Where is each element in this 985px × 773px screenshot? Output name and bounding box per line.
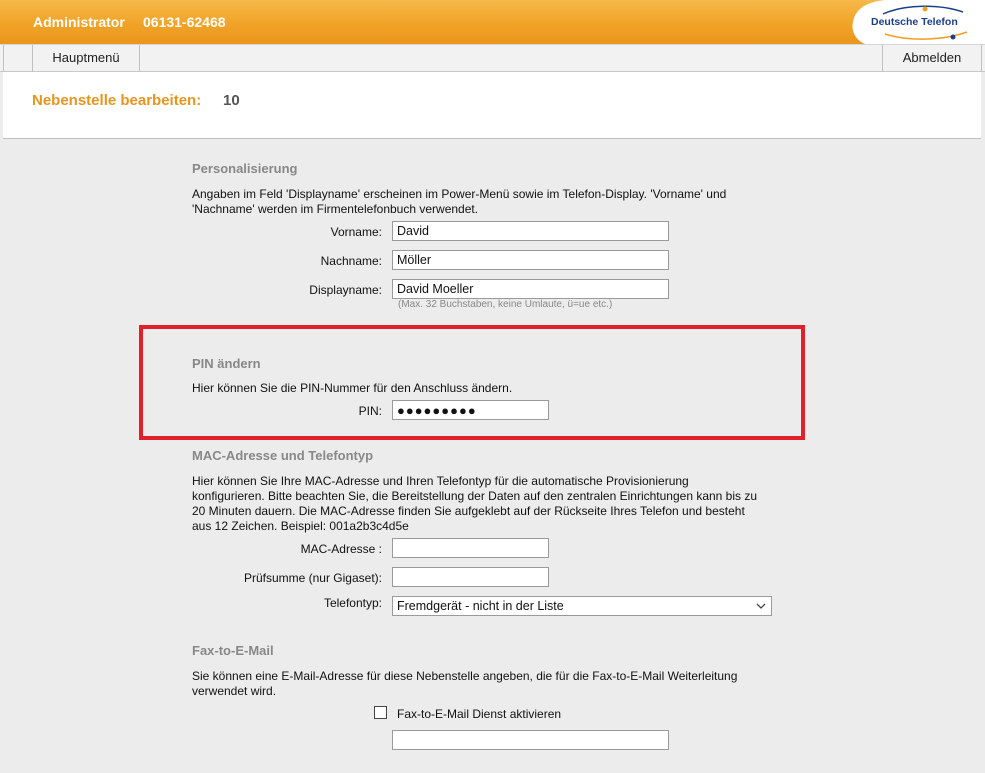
checksum-label: Prüfsumme (nur Gigaset): <box>243 571 382 585</box>
fax-to-email-checkbox[interactable] <box>374 706 387 719</box>
displayname-hint: (Max. 32 Buchstaben, keine Umlaute, ü=ue… <box>398 299 613 310</box>
lastname-input[interactable]: Möller <box>392 250 669 270</box>
app-header: Administrator 06131-62468 Deutsche Telef… <box>0 0 985 44</box>
title-band: Nebenstelle bearbeiten: 10 <box>3 72 981 139</box>
section-title-fax: Fax-to-E-Mail <box>192 643 274 658</box>
main-content: Personalisierung Angaben im Feld 'Displa… <box>3 140 981 773</box>
nav-bar: Hauptmenü Abmelden <box>0 44 985 72</box>
phone-type-select[interactable]: Fremdgerät - nicht in der Liste <box>392 596 772 616</box>
mac-desc-line3: 20 Minuten dauern. Die MAC-Adresse finde… <box>192 504 745 518</box>
header-role: Administrator <box>33 14 125 30</box>
checksum-input[interactable] <box>392 567 549 587</box>
mac-desc-line4: aus 12 Zeichen. Beispiel: 001a2b3c4d5e <box>192 519 409 533</box>
header-phone-number: 06131-62468 <box>143 14 226 30</box>
personalization-desc-line1: Angaben im Feld 'Displayname' erscheinen… <box>192 187 727 201</box>
firstname-label: Vorname: <box>330 225 382 239</box>
fax-desc-line2: verwendet wird. <box>192 684 277 698</box>
displayname-input[interactable]: David Moeller <box>392 279 669 299</box>
personalization-desc-line2: 'Nachname' werden im Firmentelefonbuch v… <box>192 202 479 216</box>
phone-type-label: Telefontyp: <box>323 596 382 610</box>
section-title-personalization: Personalisierung <box>192 161 298 176</box>
pin-desc: Hier können Sie die PIN-Nummer für den A… <box>192 381 513 395</box>
mac-desc-line2: konfigurieren. Bitte beachten Sie, die B… <box>192 489 758 503</box>
page-title: Nebenstelle bearbeiten: <box>32 92 202 109</box>
logo-text: Deutsche Telefon <box>871 16 958 28</box>
pin-label: PIN: <box>358 404 382 418</box>
logout-button[interactable]: Abmelden <box>882 45 982 72</box>
mac-address-input[interactable] <box>392 538 549 558</box>
fax-email-input[interactable] <box>392 730 669 750</box>
section-title-mac: MAC-Adresse und Telefontyp <box>192 448 374 463</box>
displayname-label: Displayname: <box>309 283 382 297</box>
extension-number: 10 <box>223 92 240 109</box>
main-menu-button[interactable]: Hauptmenü <box>33 45 140 72</box>
fax-to-email-checkbox-label: Fax-to-E-Mail Dienst aktivieren <box>397 707 562 721</box>
lastname-label: Nachname: <box>320 254 382 268</box>
pin-input[interactable]: ●●●●●●●●● <box>392 400 549 420</box>
mac-desc-line1: Hier können Sie Ihre MAC-Adresse und Ihr… <box>192 474 689 488</box>
mac-address-label: MAC-Adresse : <box>300 542 382 556</box>
deutsche-telefon-logo: Deutsche Telefon <box>845 0 985 44</box>
fax-desc-line1: Sie können eine E-Mail-Adresse für diese… <box>192 669 738 683</box>
firstname-input[interactable]: David <box>392 221 669 241</box>
section-title-pin: PIN ändern <box>192 356 261 371</box>
nav-spacer <box>3 45 33 72</box>
phone-type-selected-value: Fremdgerät - nicht in der Liste <box>397 599 564 613</box>
chevron-down-icon <box>756 603 766 609</box>
